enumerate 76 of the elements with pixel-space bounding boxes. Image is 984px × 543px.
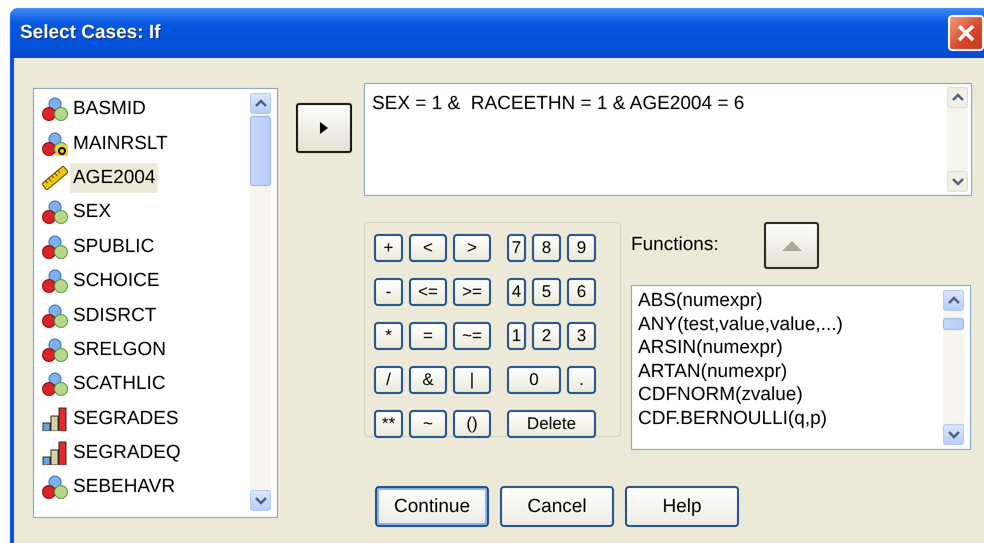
calculator-key[interactable]: <=: [409, 278, 447, 306]
nominal-icon: [42, 97, 68, 122]
nominal-icon: [42, 269, 68, 294]
variable-item[interactable]: SRELGON: [70, 334, 169, 365]
scroll-down-button[interactable]: [947, 171, 968, 192]
calculator-key[interactable]: 4: [507, 278, 526, 306]
calculator-key[interactable]: ~: [409, 410, 447, 438]
nominal-icon: [42, 338, 68, 362]
function-item[interactable]: ANY(test,value,value,...): [638, 312, 843, 336]
calculator-key[interactable]: +: [374, 234, 403, 262]
calculator-key[interactable]: <: [409, 234, 447, 262]
calculator-key[interactable]: 8: [532, 234, 561, 262]
move-right-button[interactable]: [296, 103, 352, 153]
calculator-key[interactable]: 0: [507, 366, 561, 394]
scroll-up-button[interactable]: [250, 93, 271, 114]
scroll-thumb[interactable]: [943, 318, 964, 330]
variable-item[interactable]: BASMID: [70, 94, 149, 124]
string-variable-icon: [42, 132, 68, 156]
function-item[interactable]: ABS(numexpr): [638, 289, 763, 312]
function-item[interactable]: ARSIN(numexpr): [638, 336, 783, 360]
calculator-key[interactable]: (): [453, 410, 491, 438]
window-title: Select Cases: If: [20, 22, 162, 44]
nominal-icon: [42, 234, 68, 259]
variable-item[interactable]: AGE2004: [70, 162, 158, 193]
variable-item[interactable]: SCATHLIC: [70, 369, 169, 400]
nominal-icon: [42, 200, 68, 224]
calculator-key[interactable]: >=: [453, 278, 491, 306]
dialog-button[interactable]: Help: [625, 486, 739, 527]
bar-chart-icon: [42, 406, 68, 431]
variable-item[interactable]: SCHOICE: [70, 266, 163, 296]
calculator-key[interactable]: /: [374, 366, 403, 394]
function-item[interactable]: CDFNORM(zvalue): [638, 383, 803, 406]
calculator-key[interactable]: .: [567, 366, 596, 394]
calculator-key[interactable]: |: [453, 366, 491, 394]
calculator-key[interactable]: &: [409, 366, 447, 394]
scroll-up-button[interactable]: [943, 290, 964, 311]
nominal-icon: [42, 372, 68, 396]
calculator-key[interactable]: 7: [507, 234, 526, 262]
triangle-up-icon: [782, 240, 802, 252]
function-item[interactable]: ARTAN(numexpr): [638, 360, 788, 383]
nominal-icon: [42, 475, 68, 500]
close-button[interactable]: [948, 15, 984, 51]
function-item[interactable]: CDF.BERNOULLI(q,p): [638, 406, 827, 430]
variable-item[interactable]: MAINRSLT: [70, 128, 171, 159]
close-icon: [956, 23, 976, 43]
variable-item[interactable]: SPUBLIC: [70, 232, 158, 262]
calculator-key[interactable]: =: [409, 322, 447, 350]
functions-label: Functions:: [631, 234, 720, 256]
calculator-key[interactable]: *: [374, 322, 403, 350]
bar-chart-icon: [42, 441, 68, 466]
variable-item[interactable]: SDISRCT: [70, 300, 160, 331]
expression-field[interactable]: SEX = 1 & RACEETHN = 1 & AGE2004 = 6: [364, 83, 972, 196]
variable-item[interactable]: SEGRADEQ: [70, 438, 184, 468]
scroll-thumb[interactable]: [250, 116, 271, 186]
calculator-key[interactable]: -: [374, 278, 403, 306]
calculator-key[interactable]: **: [374, 410, 403, 438]
scroll-down-button[interactable]: [943, 424, 964, 445]
calculator-key[interactable]: Delete: [507, 410, 596, 438]
dialog-button[interactable]: Continue: [375, 486, 489, 527]
calculator-key[interactable]: 5: [532, 278, 561, 306]
triangle-right-icon: [319, 121, 329, 135]
nominal-icon: [42, 304, 68, 328]
variable-item[interactable]: SEGRADES: [70, 404, 182, 434]
scroll-down-button[interactable]: [250, 490, 271, 511]
variable-item[interactable]: SEBEHAVR: [70, 472, 178, 502]
calculator-key[interactable]: 2: [532, 322, 561, 350]
calculator-key[interactable]: 6: [567, 278, 596, 306]
calculator-key[interactable]: ~=: [453, 322, 491, 350]
variable-item[interactable]: SEX: [70, 197, 114, 228]
calculator-key[interactable]: 9: [567, 234, 596, 262]
dialog-button[interactable]: Cancel: [500, 486, 614, 527]
calculator-key[interactable]: 3: [567, 322, 596, 350]
calculator-key[interactable]: 1: [507, 322, 526, 350]
scroll-up-button[interactable]: [947, 87, 968, 108]
calculator-key[interactable]: >: [453, 234, 491, 262]
move-up-button[interactable]: [764, 222, 819, 269]
